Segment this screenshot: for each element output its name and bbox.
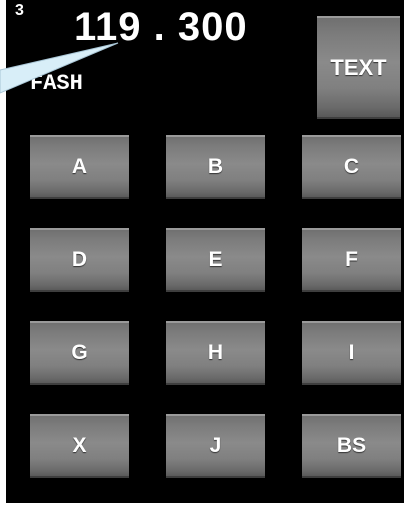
key-d-button[interactable]: D — [30, 228, 129, 292]
key-g-button[interactable]: G — [30, 321, 129, 385]
key-c-button[interactable]: C — [302, 135, 401, 199]
backspace-button[interactable]: BS — [302, 414, 401, 478]
key-b-button[interactable]: B — [166, 135, 265, 199]
key-i-button[interactable]: I — [302, 321, 401, 385]
key-a-button[interactable]: A — [30, 135, 129, 199]
key-f-button[interactable]: F — [302, 228, 401, 292]
callout-pointer-shape — [0, 42, 119, 94]
key-j-button[interactable]: J — [166, 414, 265, 478]
key-x-button[interactable]: X — [30, 414, 129, 478]
callout-pointer — [0, 42, 119, 94]
key-e-button[interactable]: E — [166, 228, 265, 292]
text-button[interactable]: TEXT — [317, 16, 400, 119]
key-h-button[interactable]: H — [166, 321, 265, 385]
